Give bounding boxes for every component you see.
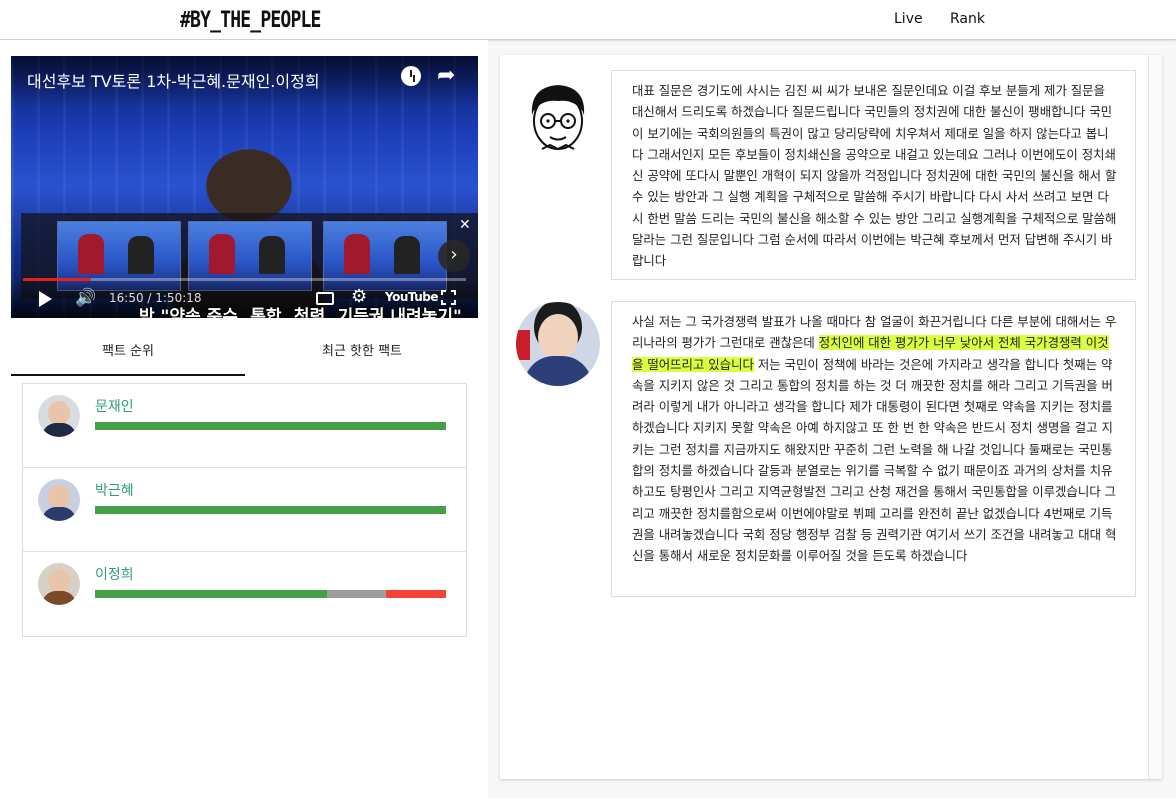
positive-segment (95, 506, 446, 514)
moderator-cartoon-icon (516, 75, 600, 159)
nav-rank[interactable]: Rank (950, 11, 985, 27)
positive-segment (95, 422, 446, 430)
clock-icon[interactable] (401, 66, 421, 86)
ranking-item[interactable]: 문재인 (23, 384, 466, 468)
left-panel: 대선후보 TV토론 1차-박근혜.문재인.이정희 ➦ ✕ › 🔊 16:50 /… (0, 40, 488, 798)
scrollbar[interactable] (1148, 55, 1162, 779)
progress-fill (23, 278, 91, 281)
ranking-item[interactable]: 이정희 (23, 552, 466, 636)
chevron-right-icon[interactable]: › (438, 240, 470, 272)
message-bubble: 대표 질문은 경기도에 사시는 김진 씨 씨가 보내온 질문인데요 이걸 후보 … (611, 70, 1136, 280)
video-player[interactable]: 대선후보 TV토론 1차-박근혜.문재인.이정희 ➦ ✕ › 🔊 16:50 /… (11, 56, 478, 318)
close-icon[interactable]: ✕ (459, 217, 471, 233)
avatar (38, 479, 80, 521)
site-logo[interactable]: #BY_THE_PEOPLE (180, 8, 321, 33)
fact-score-bar (95, 422, 446, 430)
progress-bar[interactable] (23, 278, 466, 281)
nav-live[interactable]: Live (894, 11, 923, 27)
transcript-panel: 대표 질문은 경기도에 사시는 김진 씨 씨가 보내온 질문인데요 이걸 후보 … (500, 55, 1162, 779)
candidate-name: 이정희 (95, 567, 134, 583)
tab-bar: 팩트 순위 최근 핫한 팩트 (11, 332, 478, 376)
candidate-name: 박근혜 (95, 483, 134, 499)
avatar (38, 395, 80, 437)
tab-hot-facts[interactable]: 최근 핫한 팩트 (245, 332, 479, 376)
candidate-photo-icon (516, 302, 600, 386)
message-text: 저는 국민이 정책에 바라는 것은에 가지라고 생각을 합니다 첫째는 약속을 … (632, 356, 1117, 564)
ranking-list: 문재인 박근혜 이정희 (22, 383, 467, 637)
neutral-segment (326, 590, 387, 598)
video-caption: 박 "약속 준수, 통합, 청렴, 기득권 내려놓기" (139, 307, 462, 318)
share-icon[interactable]: ➦ (437, 63, 455, 88)
tab-fact-ranking[interactable]: 팩트 순위 (11, 332, 245, 376)
negative-segment (386, 590, 446, 598)
candidate-name: 문재인 (95, 399, 134, 415)
top-bar: #BY_THE_PEOPLE Live Rank (0, 0, 1176, 40)
message-bubble: 사실 저는 그 국가경쟁력 발표가 나올 때마다 참 얼굴이 화끈거립니다 다른… (611, 301, 1136, 597)
play-icon[interactable] (39, 291, 52, 307)
video-title[interactable]: 대선후보 TV토론 1차-박근혜.문재인.이정희 (27, 68, 320, 92)
ranking-item[interactable]: 박근혜 (23, 468, 466, 552)
positive-segment (95, 590, 327, 598)
volume-icon[interactable]: 🔊 (75, 288, 96, 308)
avatar (38, 563, 80, 605)
fact-score-bar (95, 506, 446, 514)
fact-score-bar (95, 590, 446, 598)
